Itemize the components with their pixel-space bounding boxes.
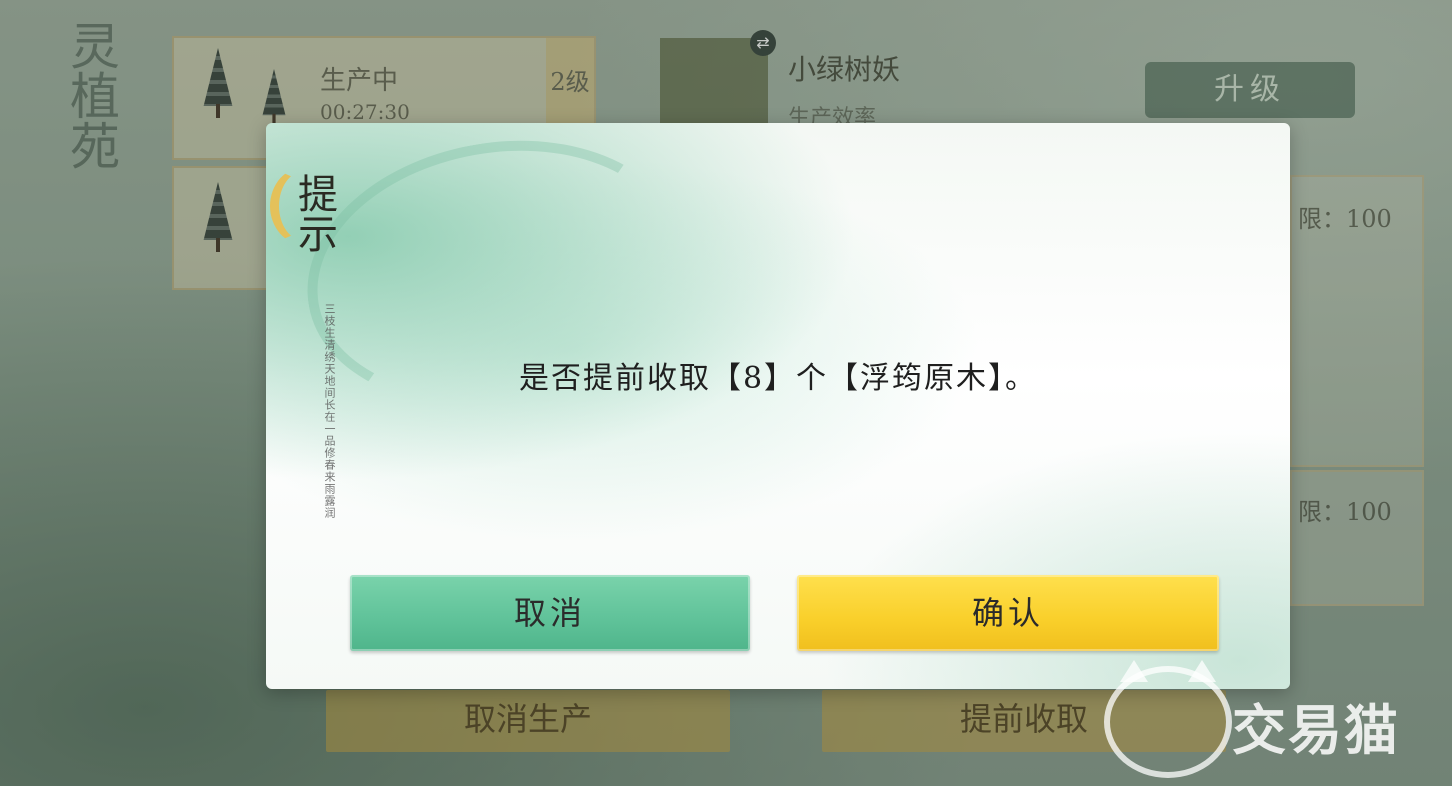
confirm-dialog: 提示 三枝生清绣天地间长在一品修春来雨露润 是否提前收取【8】个【浮筠原木】。 … [266,123,1290,689]
dialog-message: 是否提前收取【8】个【浮筠原木】。 [518,361,1038,396]
watermark: 交易猫 [1100,660,1440,778]
dialog-title: 提示 [291,173,337,253]
cancel-button[interactable]: 取消 [350,575,750,651]
calligraphy-decoration: 三枝生清绣天地间长在一品修春来雨露润 [323,303,336,519]
confirm-button[interactable]: 确认 [797,575,1219,651]
watermark-text: 交易猫 [1232,699,1400,762]
cat-logo-icon [1104,660,1232,778]
